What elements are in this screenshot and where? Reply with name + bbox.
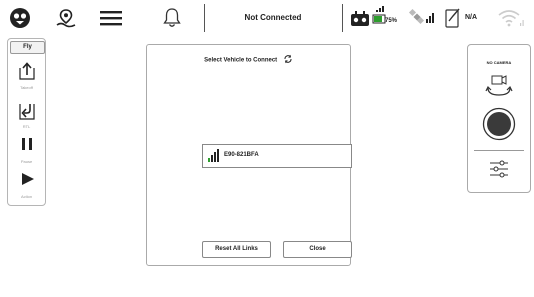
dialog-title: Select Vehicle to Connect	[147, 54, 350, 66]
close-button[interactable]: Close	[283, 241, 352, 258]
battery-percent: 75%	[385, 18, 398, 24]
takeoff-button[interactable]	[17, 61, 37, 81]
bell-icon[interactable]	[160, 6, 184, 30]
telemetry-icon	[444, 6, 462, 30]
takeoff-label: Takeoff	[20, 85, 33, 90]
camera-settings-icon[interactable]	[488, 158, 510, 180]
play-icon	[22, 173, 34, 185]
rtl-icon	[19, 104, 35, 120]
signal-strength-icon	[208, 149, 219, 162]
na-text: N/A	[465, 14, 478, 21]
rtl-button[interactable]	[17, 101, 37, 121]
pause-icon	[22, 138, 32, 150]
plan-view-icon[interactable]	[52, 6, 80, 30]
reset-all-links-button[interactable]: Reset All Links	[202, 241, 271, 258]
wifi-icon	[496, 6, 526, 30]
rtl-label: RTL	[22, 124, 31, 129]
top-toolbar: Not Connected 75% N/A	[0, 0, 534, 36]
select-vehicle-dialog: Select Vehicle to Connect E90-821BFA Res…	[146, 44, 352, 266]
fly-toolbar: Fly Takeoff RTL Pause Action	[7, 38, 46, 206]
camera-panel: NO CAMERA	[467, 44, 531, 193]
toolbar-heading: Fly	[10, 41, 45, 54]
signal-bars-icon	[426, 10, 436, 24]
satellite-icon	[408, 7, 426, 27]
action-label: Action	[20, 194, 33, 199]
divider	[342, 4, 343, 32]
joystick-icon[interactable]	[350, 8, 370, 28]
connection-status: Not Connected	[244, 13, 302, 22]
pause-label: Pause	[20, 159, 33, 164]
app-logo-icon[interactable]	[8, 6, 32, 30]
pause-button[interactable]	[19, 137, 35, 151]
camera-divider	[474, 150, 524, 151]
refresh-icon[interactable]	[283, 54, 293, 66]
dialog-title-text: Select Vehicle to Connect	[204, 57, 278, 64]
record-icon	[482, 107, 516, 141]
divider	[204, 4, 205, 32]
camera-status: NO CAMERA	[486, 60, 512, 65]
record-button[interactable]	[482, 107, 516, 141]
vehicle-list-item[interactable]: E90-821BFA	[202, 144, 352, 168]
hamburger-menu-icon[interactable]	[97, 7, 125, 29]
battery-icon	[372, 6, 386, 28]
action-button[interactable]	[20, 172, 36, 186]
takeoff-icon	[19, 62, 35, 80]
vehicle-name: E90-821BFA	[224, 152, 259, 158]
switch-camera-icon[interactable]	[485, 75, 513, 99]
